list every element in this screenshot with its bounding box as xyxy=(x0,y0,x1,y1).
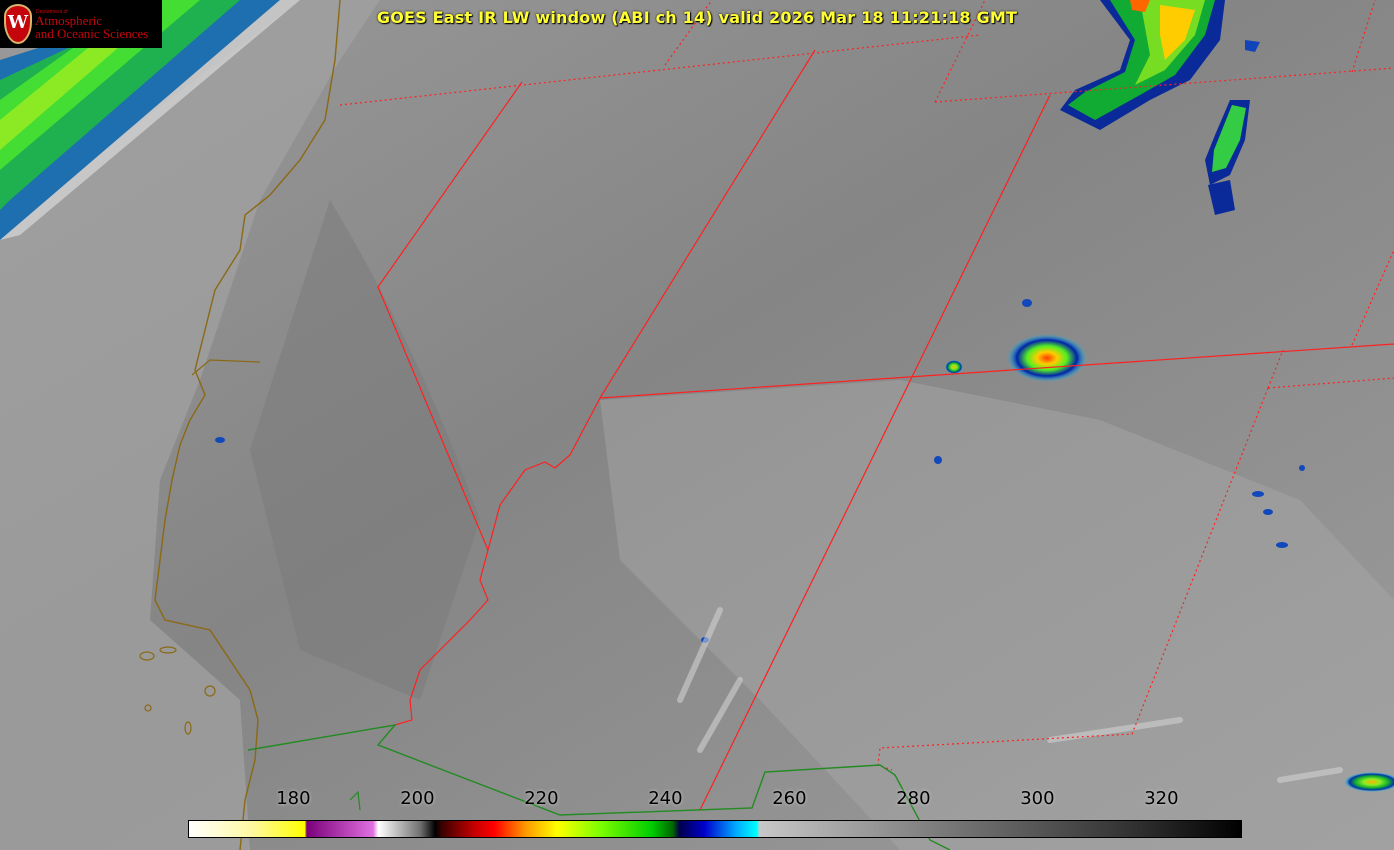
colorbar-tick: 260 xyxy=(772,788,807,809)
temperature-colorbar xyxy=(188,820,1242,838)
colorbar-tick: 300 xyxy=(1020,788,1055,809)
colorbar-tick: 320 xyxy=(1144,788,1179,809)
colorbar-tick: 180 xyxy=(276,788,311,809)
storm-cell-small xyxy=(945,360,963,374)
colorbar-tick: 240 xyxy=(648,788,683,809)
satellite-ir-map xyxy=(0,0,1394,850)
logo-line-2: and Oceanic Sciences xyxy=(35,26,149,41)
colorbar-tick: 220 xyxy=(524,788,559,809)
colorbar-tick: 280 xyxy=(896,788,931,809)
colorbar-tick-labels: 180 200 220 240 260 280 300 320 xyxy=(0,788,1394,810)
storm-cell-central xyxy=(1007,334,1087,382)
colorbar-tick: 200 xyxy=(400,788,435,809)
image-title: GOES East IR LW window (ABI ch 14) valid… xyxy=(376,8,1018,27)
